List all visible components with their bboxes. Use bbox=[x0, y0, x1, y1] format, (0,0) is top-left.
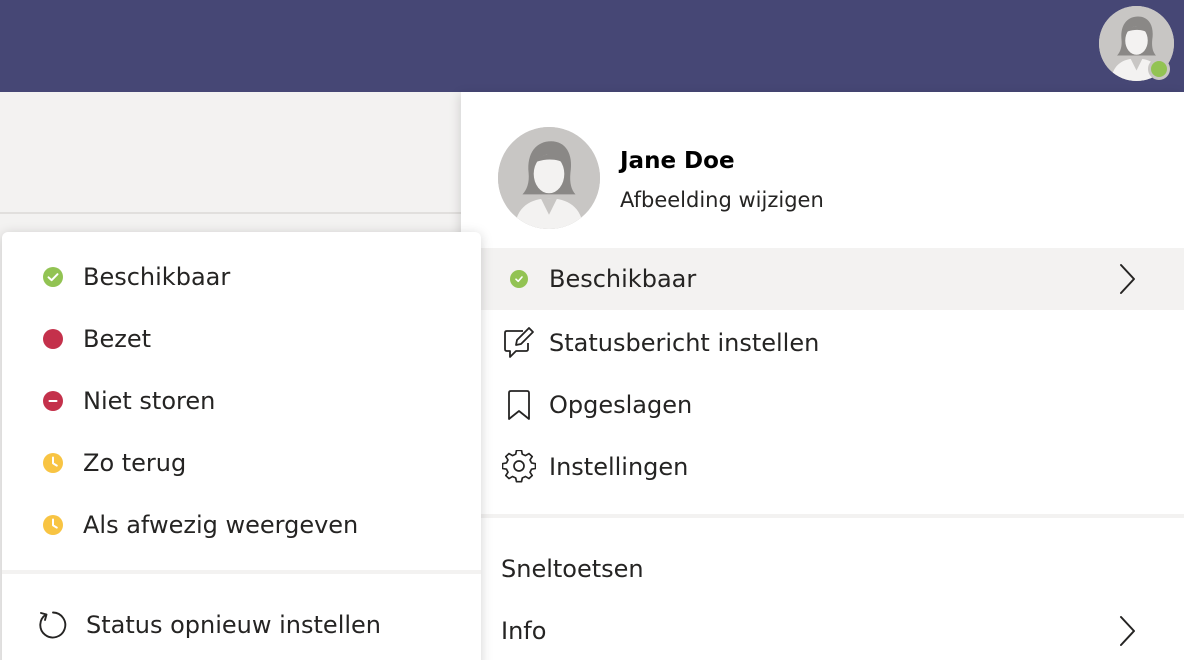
menu-item-label: Beschikbaar bbox=[549, 265, 697, 293]
menu-item-saved[interactable]: Opgeslagen bbox=[481, 374, 1184, 436]
status-option-label: Zo terug bbox=[83, 449, 187, 477]
presence-available-badge bbox=[1148, 58, 1170, 80]
menu-item-label: Opgeslagen bbox=[549, 391, 693, 419]
status-option-label: Als afwezig weergeven bbox=[83, 511, 359, 539]
menu-item-label: Statusbericht instellen bbox=[549, 329, 820, 357]
gear-icon bbox=[501, 449, 537, 485]
status-option-label: Bezet bbox=[83, 325, 152, 353]
status-option-be-right-back[interactable]: Zo terug bbox=[2, 432, 481, 494]
be-right-back-icon bbox=[42, 452, 64, 474]
background-divider bbox=[0, 212, 461, 214]
status-option-available[interactable]: Beschikbaar bbox=[2, 246, 481, 308]
menu-item-label: Info bbox=[501, 617, 547, 645]
away-icon bbox=[42, 514, 64, 536]
profile-panel: Jane Doe Afbeelding wijzigen Beschikbaar… bbox=[461, 92, 1184, 660]
menu-item-set-status-message[interactable]: Statusbericht instellen bbox=[481, 312, 1184, 374]
menu-item-about[interactable]: Info bbox=[481, 600, 1184, 660]
menu-divider bbox=[481, 514, 1184, 518]
profile-picture[interactable] bbox=[498, 127, 600, 229]
status-option-label: Niet storen bbox=[83, 387, 216, 415]
user-name: Jane Doe bbox=[620, 148, 735, 174]
available-icon bbox=[42, 266, 64, 288]
chevron-right-icon bbox=[1120, 616, 1135, 646]
status-option-do-not-disturb[interactable]: Niet storen bbox=[2, 370, 481, 432]
status-menu: Beschikbaar Bezet Niet storen Zo terug A… bbox=[2, 232, 481, 660]
app-header bbox=[0, 0, 1184, 92]
menu-item-keyboard-shortcuts[interactable]: Sneltoetsen bbox=[481, 538, 1184, 600]
change-picture-link[interactable]: Afbeelding wijzigen bbox=[620, 188, 824, 212]
available-status-icon bbox=[501, 261, 537, 297]
menu-item-status[interactable]: Beschikbaar bbox=[481, 248, 1184, 310]
edit-message-icon bbox=[501, 325, 537, 361]
person-avatar-icon bbox=[498, 127, 600, 229]
status-option-busy[interactable]: Bezet bbox=[2, 308, 481, 370]
reset-icon bbox=[39, 611, 67, 639]
bookmark-icon bbox=[501, 387, 537, 423]
status-menu-divider bbox=[2, 570, 481, 574]
do-not-disturb-icon bbox=[42, 390, 64, 412]
status-option-label: Beschikbaar bbox=[83, 263, 231, 291]
menu-item-label: Instellingen bbox=[549, 453, 689, 481]
busy-icon bbox=[42, 328, 64, 350]
menu-item-label: Sneltoetsen bbox=[501, 555, 644, 583]
reset-status-label: Status opnieuw instellen bbox=[86, 611, 382, 639]
status-option-away[interactable]: Als afwezig weergeven bbox=[2, 494, 481, 556]
menu-item-settings[interactable]: Instellingen bbox=[481, 436, 1184, 498]
reset-status-button[interactable]: Status opnieuw instellen bbox=[2, 594, 481, 656]
chevron-right-icon bbox=[1120, 264, 1135, 294]
